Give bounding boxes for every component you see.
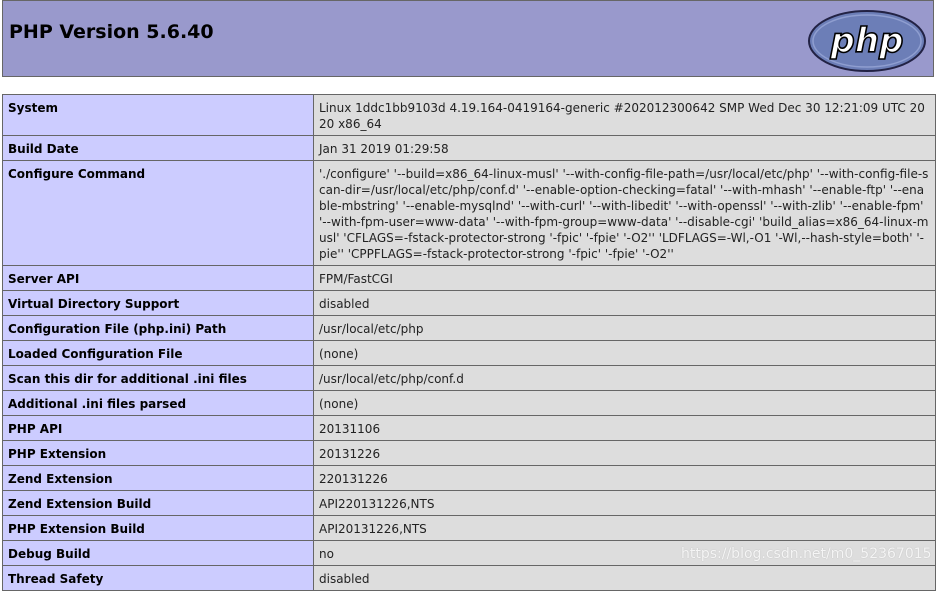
table-row: Scan this dir for additional .ini files /… [2,365,936,391]
php-info-table-body: System Linux 1ddc1bb9103d 4.19.164-041916… [2,94,936,591]
row-value: 220131226 [313,465,936,491]
row-key: System [2,94,314,136]
page-title: PHP Version 5.6.40 [9,21,214,43]
row-value: Jan 31 2019 01:29:58 [313,135,936,161]
table-row: Server API FPM/FastCGI [2,265,936,291]
row-key: Build Date [2,135,314,161]
row-value: API20131226,NTS [313,515,936,541]
row-value: disabled [313,290,936,316]
table-row: PHP Extension 20131226 [2,440,936,466]
row-key: Configure Command [2,160,314,266]
row-key: PHP API [2,415,314,441]
table-row: PHP API 20131106 [2,415,936,441]
row-value: API220131226,NTS [313,490,936,516]
table-row: Zend Extension Build API220131226,NTS [2,490,936,516]
row-key: PHP Extension [2,440,314,466]
watermark-text: https://blog.csdn.net/m0_52367015 [681,546,932,562]
row-value: /usr/local/etc/php/conf.d [313,365,936,391]
php-logo-text: php [830,21,904,61]
row-value: 20131106 [313,415,936,441]
table-row: Virtual Directory Support disabled [2,290,936,316]
php-logo: php [808,10,926,72]
row-key: Loaded Configuration File [2,340,314,366]
row-value: (none) [313,340,936,366]
table-row: Configure Command './configure' '--build=… [2,160,936,266]
row-key: Zend Extension Build [2,490,314,516]
table-row: PHP Extension Build API20131226,NTS [2,515,936,541]
row-key: Server API [2,265,314,291]
row-key: Configuration File (php.ini) Path [2,315,314,341]
php-info-table: System Linux 1ddc1bb9103d 4.19.164-041916… [2,94,936,591]
table-row: Configuration File (php.ini) Path/usr/lo… [2,315,936,341]
row-key: Debug Build [2,540,314,566]
table-row: Build Date Jan 31 2019 01:29:58 [2,135,936,161]
row-value: 20131226 [313,440,936,466]
row-key: Virtual Directory Support [2,290,314,316]
row-key: Zend Extension [2,465,314,491]
row-key: Additional .ini files parsed [2,390,314,416]
row-value: disabled [313,565,936,591]
row-key: PHP Extension Build [2,515,314,541]
row-value: Linux 1ddc1bb9103d 4.19.164-0419164-gene… [313,94,936,136]
php-version-header: PHP Version 5.6.40 php [2,0,934,77]
row-value: FPM/FastCGI [313,265,936,291]
table-row: System Linux 1ddc1bb9103d 4.19.164-041916… [2,94,936,136]
row-value: './configure' '--build=x86_64-linux-musl… [313,160,936,266]
row-key: Scan this dir for additional .ini files [2,365,314,391]
row-value: (none) [313,390,936,416]
table-row: Loaded Configuration File (none) [2,340,936,366]
row-value: /usr/local/etc/php [313,315,936,341]
table-row: Thread Safety disabled [2,565,936,591]
table-row: Zend Extension 220131226 [2,465,936,491]
table-row: Additional .ini files parsed (none) [2,390,936,416]
row-key: Thread Safety [2,565,314,591]
